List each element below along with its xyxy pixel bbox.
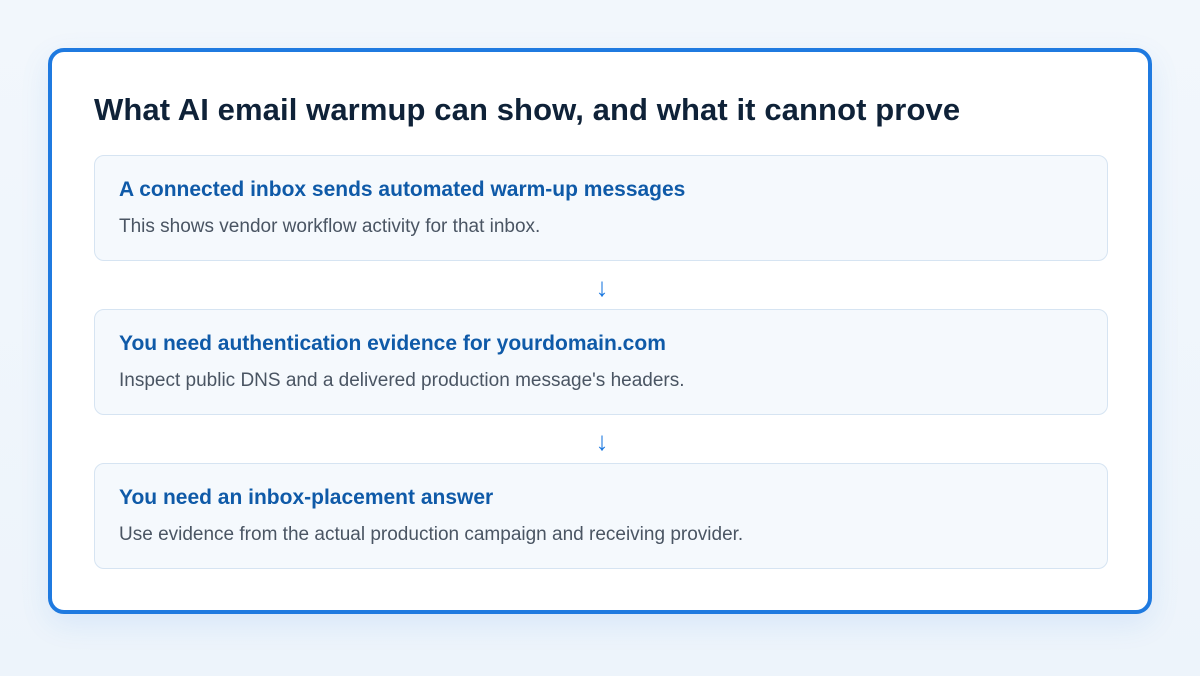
diagram-title: What AI email warmup can show, and what …: [94, 92, 961, 127]
step-description-1: This shows vendor workflow activity for …: [119, 216, 541, 237]
step-box-2: You need authentication evidence for you…: [94, 309, 1108, 415]
step-title-3: You need an inbox-placement answer: [119, 486, 494, 509]
arrow-down-icon: ↓: [595, 272, 609, 302]
arrow-down-icon: ↓: [595, 426, 609, 456]
step-description-2: Inspect public DNS and a delivered produ…: [119, 370, 685, 391]
step-title-2: You need authentication evidence for you…: [119, 332, 666, 355]
step-description-3: Use evidence from the actual production …: [119, 524, 744, 545]
step-box-1: A connected inbox sends automated warm-u…: [94, 155, 1108, 261]
step-title-1: A connected inbox sends automated warm-u…: [119, 178, 686, 201]
step-box-3: You need an inbox-placement answer Use e…: [94, 463, 1108, 569]
diagram-card: What AI email warmup can show, and what …: [48, 48, 1152, 614]
